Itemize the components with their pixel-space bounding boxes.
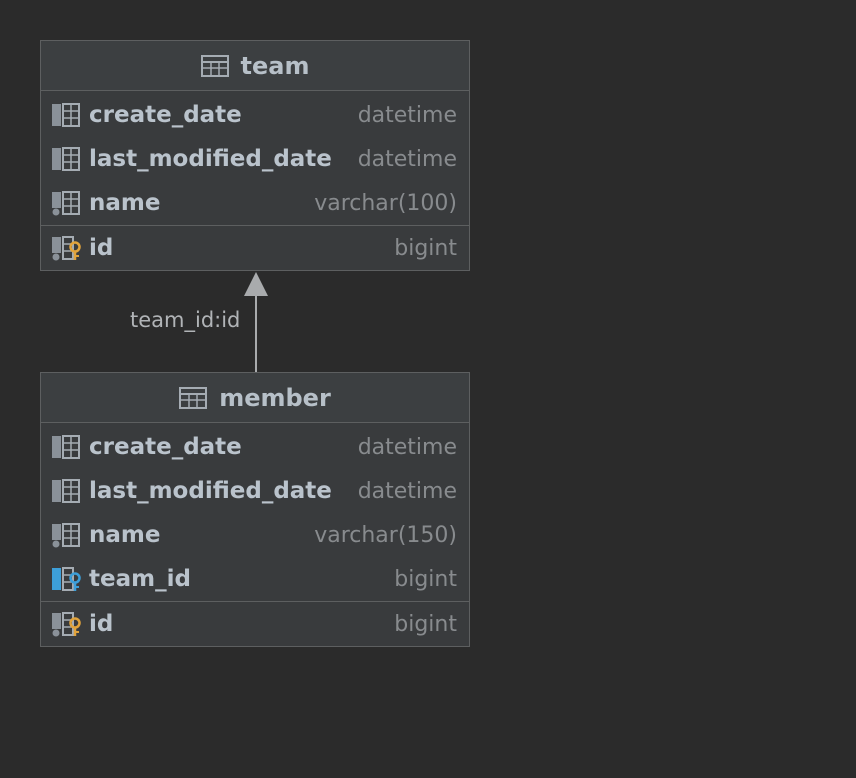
table-member[interactable]: member create_date datetime last_modifie… — [40, 372, 470, 647]
relationship-arrowhead — [244, 272, 268, 296]
column-name: last_modified_date — [89, 478, 332, 504]
primary-key-icon — [52, 612, 81, 637]
column-row[interactable]: create_date datetime — [41, 425, 469, 469]
column-row[interactable]: create_date datetime — [41, 93, 469, 137]
primary-key-icon — [52, 236, 81, 261]
column-type: datetime — [357, 434, 457, 460]
column-row[interactable]: last_modified_date datetime — [41, 137, 469, 181]
table-title: member — [219, 383, 331, 412]
column-type: bigint — [394, 611, 457, 637]
column-row[interactable]: name varchar(150) — [41, 513, 469, 557]
primary-key-row[interactable]: id bigint — [41, 226, 469, 270]
column-name: last_modified_date — [89, 146, 332, 172]
column-name: create_date — [89, 102, 242, 128]
column-name: id — [89, 611, 114, 637]
column-type: varchar(100) — [314, 190, 457, 216]
column-icon — [52, 435, 80, 459]
column-type: varchar(150) — [314, 522, 457, 548]
column-row[interactable]: name varchar(100) — [41, 181, 469, 225]
column-name: name — [89, 190, 161, 216]
column-not-null-icon — [52, 523, 80, 548]
relationship-label: team_id:id — [130, 308, 241, 332]
table-header-team[interactable]: team — [41, 41, 469, 91]
column-type: datetime — [357, 478, 457, 504]
table-icon — [200, 54, 229, 77]
column-row[interactable]: last_modified_date datetime — [41, 469, 469, 513]
column-icon — [52, 479, 80, 503]
column-name: create_date — [89, 434, 242, 460]
table-icon — [179, 386, 208, 409]
relationship-line[interactable] — [255, 296, 257, 372]
foreign-key-row[interactable]: team_id bigint — [41, 557, 469, 601]
column-not-null-icon — [52, 191, 80, 216]
table-title: team — [240, 51, 310, 80]
column-name: team_id — [89, 566, 191, 592]
primary-key-row[interactable]: id bigint — [41, 602, 469, 646]
column-name: id — [89, 235, 114, 261]
column-type: bigint — [394, 566, 457, 592]
foreign-key-icon — [52, 567, 81, 591]
column-type: bigint — [394, 235, 457, 261]
column-icon — [52, 103, 80, 127]
column-name: name — [89, 522, 161, 548]
column-icon — [52, 147, 80, 171]
column-type: datetime — [357, 102, 457, 128]
column-type: datetime — [357, 146, 457, 172]
table-header-member[interactable]: member — [41, 373, 469, 423]
table-team[interactable]: team create_date datetime last_modified_… — [40, 40, 470, 271]
